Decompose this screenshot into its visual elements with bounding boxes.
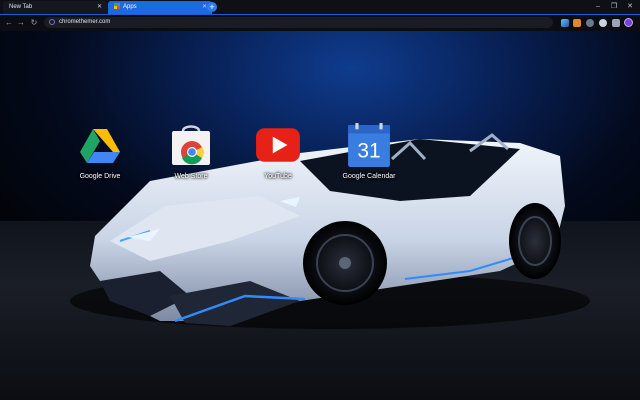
close-tab-icon[interactable]: ✕: [97, 1, 102, 14]
tab-new-tab[interactable]: New Tab ✕: [3, 1, 107, 14]
window-close-icon[interactable]: ✕: [622, 0, 638, 14]
maximize-icon[interactable]: ❐: [606, 0, 622, 14]
back-arrow-icon[interactable]: ←: [3, 15, 15, 31]
profile-avatar[interactable]: [624, 18, 633, 27]
tab-label: New Tab: [9, 4, 33, 10]
toolbar: ← → ↻ chromethemer.com: [0, 15, 640, 31]
app-youtube[interactable]: YouTube: [238, 125, 318, 185]
address-url: chromethemer.com: [59, 19, 111, 25]
app-web-store[interactable]: Web Store: [151, 125, 231, 185]
extension-icon[interactable]: [586, 19, 594, 27]
car-background-image: [70, 133, 590, 329]
app-label: Google Drive: [79, 173, 121, 180]
extensions-puzzle-icon[interactable]: [612, 19, 620, 27]
forward-arrow-icon[interactable]: →: [15, 15, 27, 31]
reload-icon[interactable]: ↻: [28, 15, 40, 31]
calendar-day: 31: [357, 140, 380, 163]
app-google-drive[interactable]: Google Drive: [60, 125, 140, 185]
tab-strip: New Tab ✕ Apps ✕ + – ❐ ✕: [0, 0, 640, 15]
new-tab-page: Google Drive Web Store YouTube 31 Google…: [0, 31, 640, 400]
web-store-icon: [172, 125, 210, 165]
google-calendar-icon: 31: [348, 123, 390, 167]
new-tab-button[interactable]: +: [207, 2, 217, 12]
app-label: Google Calendar: [342, 173, 396, 180]
google-drive-icon: [80, 129, 120, 163]
apps-favicon-icon: [114, 3, 120, 9]
extension-icon[interactable]: [599, 19, 607, 27]
address-bar[interactable]: chromethemer.com: [44, 17, 553, 28]
tab-apps[interactable]: Apps ✕: [108, 1, 212, 14]
app-google-calendar[interactable]: 31 Google Calendar: [329, 123, 409, 185]
extension-icon[interactable]: [573, 19, 581, 27]
minimize-icon[interactable]: –: [590, 0, 606, 14]
youtube-icon: [256, 128, 300, 162]
tab-label: Apps: [123, 4, 137, 10]
app-label: YouTube: [264, 173, 292, 180]
app-label: Web Store: [174, 173, 208, 180]
site-info-icon[interactable]: [49, 19, 55, 25]
extension-icon[interactable]: [561, 19, 569, 27]
